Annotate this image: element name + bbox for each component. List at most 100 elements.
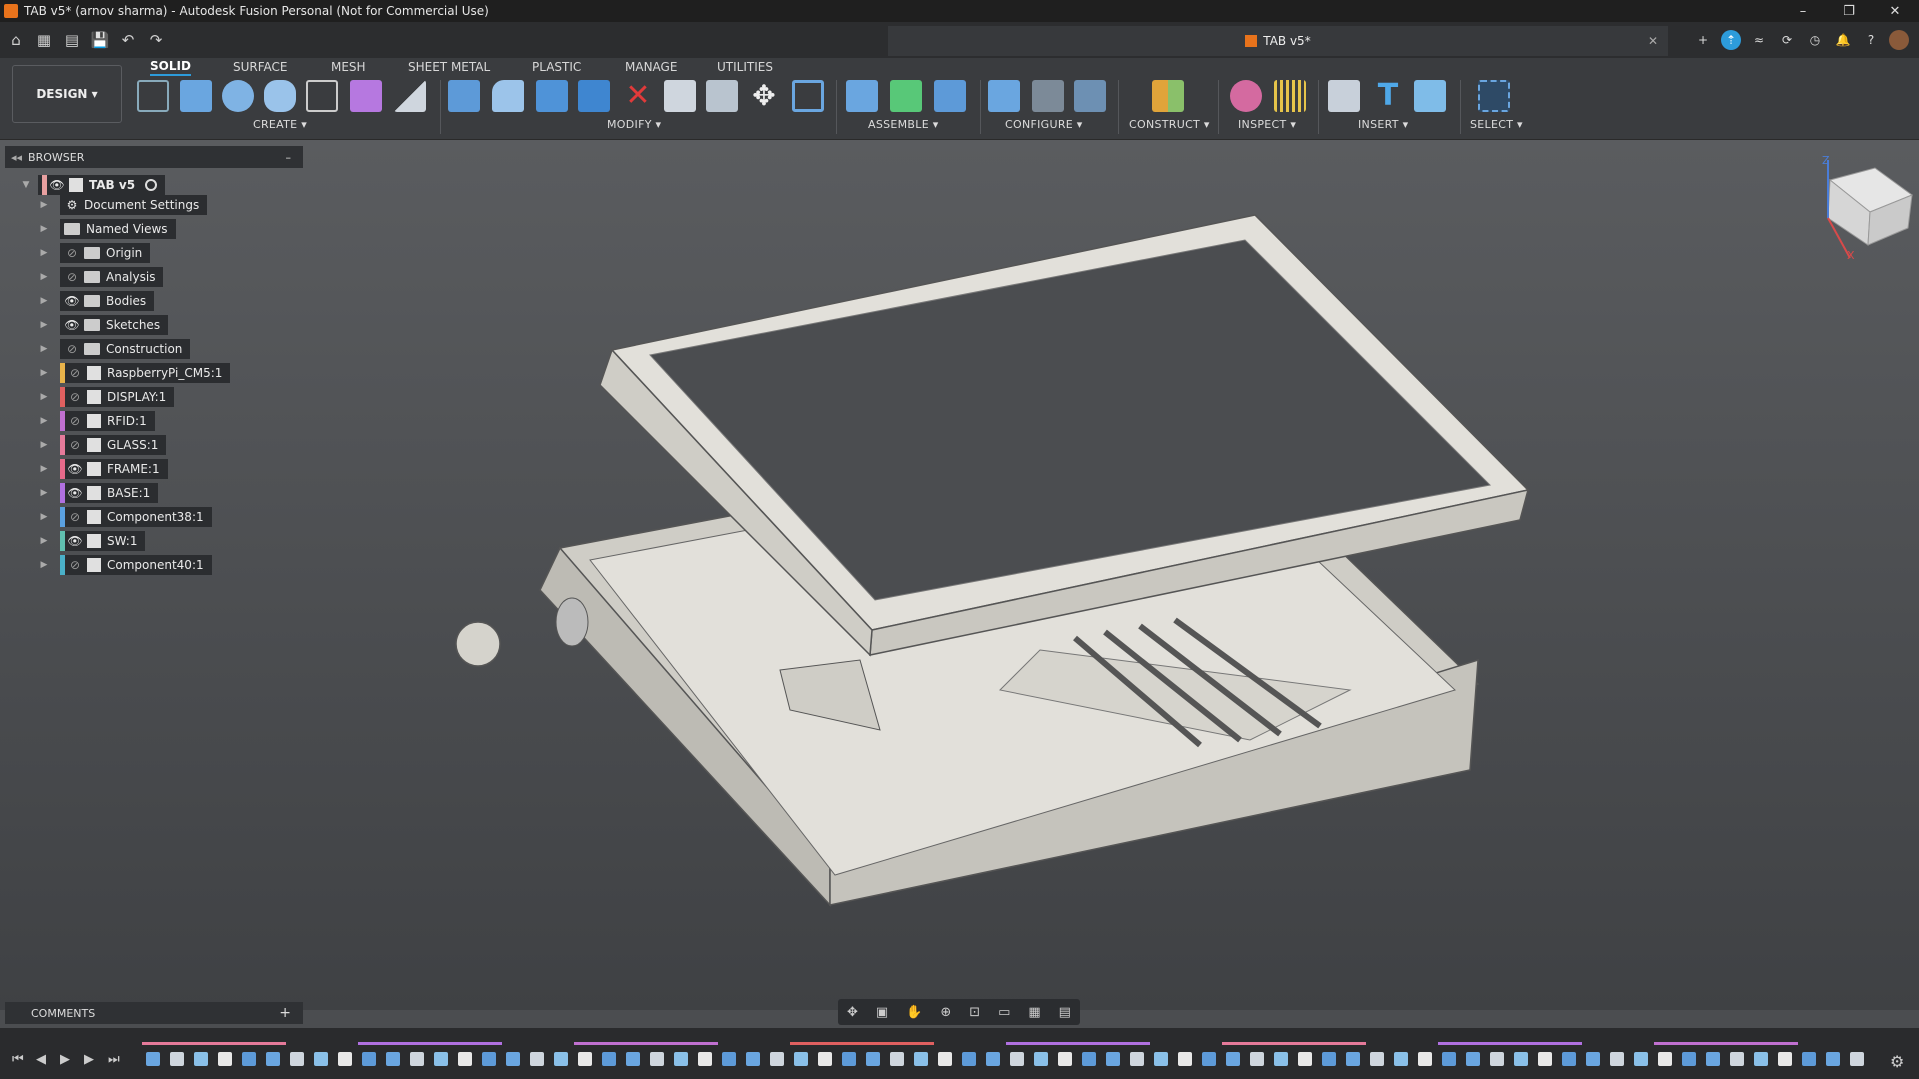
timeline-feature-icon[interactable] xyxy=(314,1052,328,1066)
fillet-icon[interactable] xyxy=(492,80,524,112)
timeline-feature-icon[interactable] xyxy=(170,1052,184,1066)
activate-radio-icon[interactable] xyxy=(145,179,158,191)
group-select[interactable]: SELECT ▾ xyxy=(1470,118,1523,131)
avatar[interactable] xyxy=(1889,30,1909,50)
expand-arrow-icon[interactable]: ▶ xyxy=(38,487,50,499)
expand-arrow-icon[interactable]: ▶ xyxy=(38,295,50,307)
file-menu-icon[interactable]: ▤ xyxy=(60,28,84,52)
timeline-feature-icon[interactable] xyxy=(290,1052,304,1066)
joint-icon[interactable] xyxy=(890,80,922,112)
group-configure[interactable]: CONFIGURE ▾ xyxy=(1005,118,1083,131)
eye-hidden-icon[interactable]: ⊘ xyxy=(67,389,83,405)
timeline-features[interactable] xyxy=(140,1040,1880,1076)
timeline-feature-icon[interactable] xyxy=(218,1052,232,1066)
eye-hidden-icon[interactable]: ⊘ xyxy=(67,413,83,429)
fit-icon[interactable]: ⊡ xyxy=(969,1005,980,1020)
timeline-feature-icon[interactable] xyxy=(962,1052,976,1066)
timeline-feature-icon[interactable] xyxy=(362,1052,376,1066)
create-form-icon[interactable] xyxy=(350,80,382,112)
timeline-feature-icon[interactable] xyxy=(554,1052,568,1066)
group-insert[interactable]: INSERT ▾ xyxy=(1358,118,1408,131)
timeline-feature-icon[interactable] xyxy=(1298,1052,1312,1066)
timeline-feature-icon[interactable] xyxy=(1706,1052,1720,1066)
zoom-icon[interactable]: ⊕ xyxy=(940,1005,951,1020)
timeline-feature-icon[interactable] xyxy=(698,1052,712,1066)
timeline-feature-icon[interactable] xyxy=(530,1052,544,1066)
tree-item[interactable]: ▶ ⊘ RFID:1 xyxy=(38,411,155,431)
press-pull-icon[interactable] xyxy=(448,80,480,112)
workspace-switcher[interactable]: DESIGN ▾ xyxy=(12,65,122,123)
timeline-feature-icon[interactable] xyxy=(1130,1052,1144,1066)
tree-item[interactable]: ▶ ⚙ Document Settings xyxy=(38,195,208,215)
timeline-feature-icon[interactable] xyxy=(1202,1052,1216,1066)
group-create[interactable]: CREATE ▾ xyxy=(253,118,307,131)
group-inspect[interactable]: INSPECT ▾ xyxy=(1238,118,1296,131)
timeline-feature-icon[interactable] xyxy=(722,1052,736,1066)
timeline-feature-icon[interactable] xyxy=(1226,1052,1240,1066)
group-construct[interactable]: CONSTRUCT ▾ xyxy=(1129,118,1210,131)
home-icon[interactable]: ⌂ xyxy=(4,28,28,52)
move-icon[interactable]: ✥ xyxy=(748,80,780,112)
expand-arrow-icon[interactable]: ▶ xyxy=(38,343,50,355)
eye-icon[interactable]: 👁 xyxy=(67,533,83,549)
timeline-feature-icon[interactable] xyxy=(1778,1052,1792,1066)
expand-arrow-icon[interactable]: ▶ xyxy=(38,511,50,523)
save-icon[interactable]: 💾 xyxy=(88,28,112,52)
timeline-feature-icon[interactable] xyxy=(794,1052,808,1066)
timeline-feature-icon[interactable] xyxy=(1466,1052,1480,1066)
restore-button[interactable]: ❐ xyxy=(1826,0,1872,22)
timeline-feature-icon[interactable] xyxy=(434,1052,448,1066)
timeline-feature-icon[interactable] xyxy=(1538,1052,1552,1066)
sync-icon[interactable]: ⟳ xyxy=(1777,30,1797,50)
timeline-prev-button[interactable]: ◀ xyxy=(36,1052,46,1067)
timeline-feature-icon[interactable] xyxy=(1562,1052,1576,1066)
pattern-icon[interactable] xyxy=(306,80,338,112)
document-tab[interactable]: TAB v5* ✕ xyxy=(888,26,1668,56)
timeline-settings-icon[interactable]: ⚙ xyxy=(1890,1052,1904,1071)
timeline-feature-icon[interactable] xyxy=(1418,1052,1432,1066)
shell-icon[interactable] xyxy=(578,80,610,112)
hole-icon[interactable] xyxy=(264,80,296,112)
expand-arrow-icon[interactable]: ▶ xyxy=(38,415,50,427)
tree-item[interactable]: ▶ 👁 Bodies xyxy=(38,291,155,311)
timeline-feature-icon[interactable] xyxy=(1394,1052,1408,1066)
timeline-feature-icon[interactable] xyxy=(746,1052,760,1066)
timeline-feature-icon[interactable] xyxy=(1250,1052,1264,1066)
timeline-feature-icon[interactable] xyxy=(1730,1052,1744,1066)
timeline-feature-icon[interactable] xyxy=(1442,1052,1456,1066)
tab-mesh[interactable]: MESH xyxy=(331,58,366,76)
expand-arrow-icon[interactable]: ▶ xyxy=(38,223,50,235)
tab-solid[interactable]: SOLID xyxy=(150,58,191,76)
close-window-button[interactable]: ✕ xyxy=(1872,0,1918,22)
split-face-icon[interactable] xyxy=(706,80,738,112)
tree-item[interactable]: ▶ ⊘ GLASS:1 xyxy=(38,435,167,455)
tab-surface[interactable]: SURFACE xyxy=(233,58,288,76)
timeline-feature-icon[interactable] xyxy=(890,1052,904,1066)
account-clock-icon[interactable]: ◷ xyxy=(1805,30,1825,50)
tab-utilities[interactable]: UTILITIES xyxy=(717,58,773,76)
configure-table-icon[interactable] xyxy=(988,80,1020,112)
eye-icon[interactable]: 👁 xyxy=(49,177,65,193)
timeline-feature-icon[interactable] xyxy=(578,1052,592,1066)
timeline-feature-icon[interactable] xyxy=(1610,1052,1624,1066)
timeline-feature-icon[interactable] xyxy=(506,1052,520,1066)
timeline-feature-icon[interactable] xyxy=(842,1052,856,1066)
eye-hidden-icon[interactable]: ⊘ xyxy=(67,437,83,453)
expand-arrow-icon[interactable]: ▶ xyxy=(38,463,50,475)
look-at-icon[interactable]: ▣ xyxy=(876,1005,888,1020)
interference-icon[interactable] xyxy=(1230,80,1262,112)
insert-text-icon[interactable]: T xyxy=(1372,80,1404,112)
timeline-feature-icon[interactable] xyxy=(818,1052,832,1066)
eye-hidden-icon[interactable]: ⊘ xyxy=(64,269,80,285)
expand-arrow-icon[interactable]: ▼ xyxy=(20,179,32,191)
grid-icon[interactable]: ▦ xyxy=(1028,1005,1040,1020)
timeline-feature-icon[interactable] xyxy=(1034,1052,1048,1066)
comments-panel[interactable]: COMMENTS + xyxy=(5,1002,303,1024)
timeline-feature-icon[interactable] xyxy=(1826,1052,1840,1066)
redo-icon[interactable]: ↷ xyxy=(144,28,168,52)
timeline-first-button[interactable]: ⏮ xyxy=(12,1052,24,1067)
pan-icon[interactable]: ✋ xyxy=(906,1005,922,1020)
eye-hidden-icon[interactable]: ⊘ xyxy=(67,509,83,525)
eye-icon[interactable]: 👁 xyxy=(67,461,83,477)
expand-arrow-icon[interactable]: ▶ xyxy=(38,559,50,571)
